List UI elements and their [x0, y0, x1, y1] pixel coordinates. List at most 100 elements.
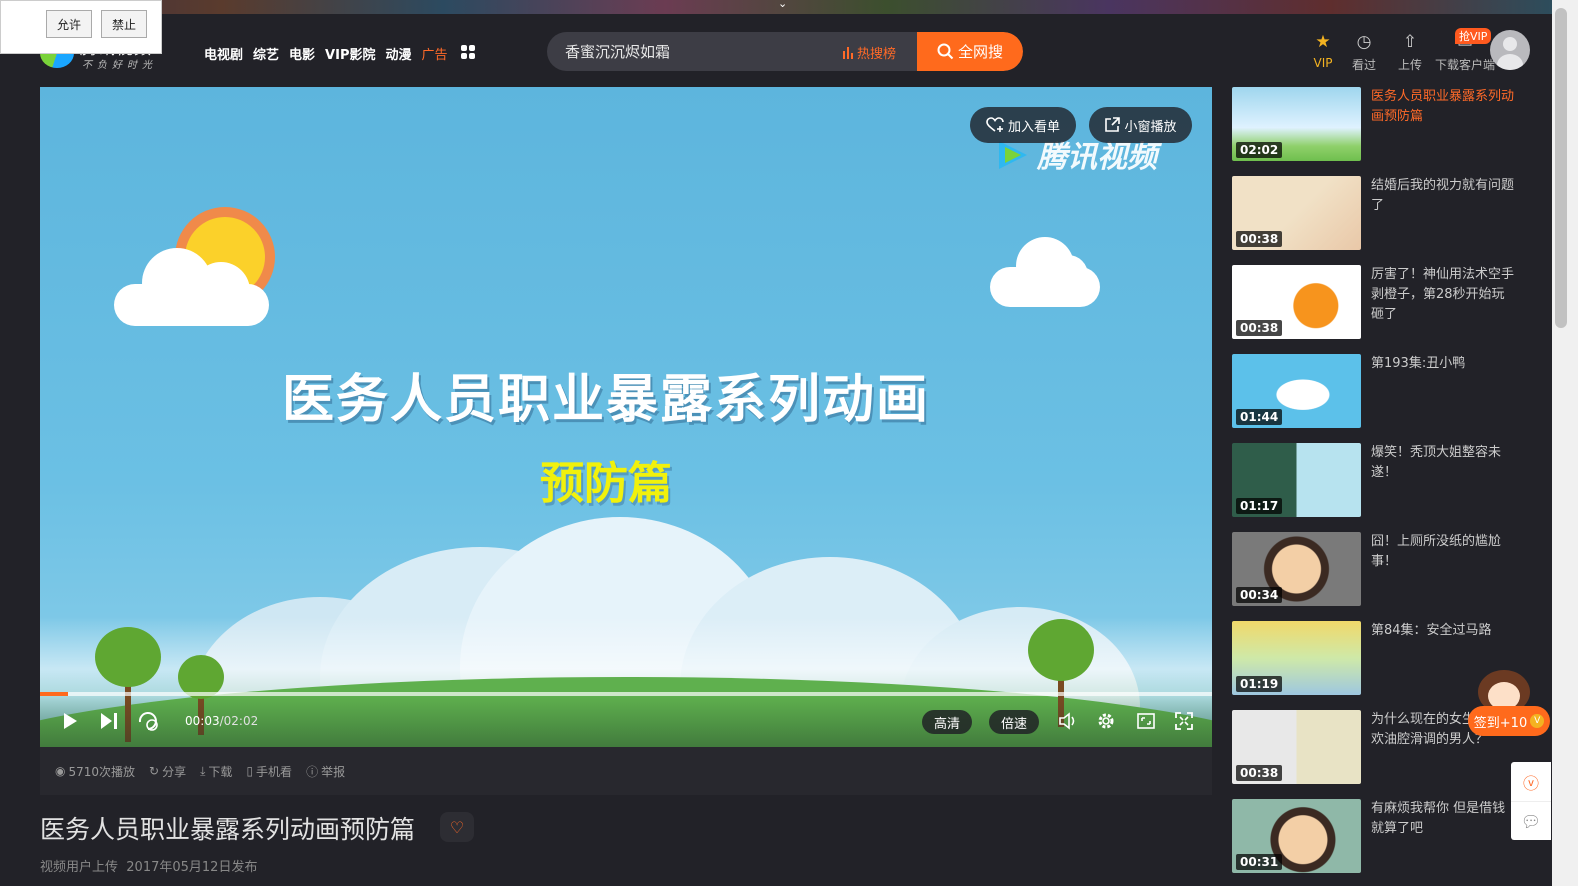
nav-item-variety[interactable]: 综艺: [253, 44, 279, 63]
share-icon: ↻: [149, 764, 160, 778]
publish-date: 2017年05月12日发布: [126, 860, 258, 875]
playlist-item[interactable]: 02:02 医务人员职业暴露系列动画预防篇: [1232, 87, 1532, 161]
clock-icon: ◷: [1356, 32, 1372, 52]
nav-item-tv[interactable]: 电视剧: [204, 44, 243, 63]
favorite-heart-icon[interactable]: ♡: [440, 812, 474, 842]
upload-icon: ⇧: [1402, 32, 1418, 52]
cloud-illustration-left: [114, 248, 269, 326]
duration-tag: 01:17: [1236, 498, 1283, 514]
video-headline: 医务人员职业暴露系列动画: [281, 370, 930, 430]
quality-button[interactable]: 高清: [922, 710, 973, 734]
add-to-watchlist-button[interactable]: 加入看单: [970, 107, 1076, 143]
tencent-play-logo-icon: [995, 139, 1031, 169]
playlist-item[interactable]: 00:34 囧！上厕所没纸的尴尬事！: [1232, 532, 1532, 606]
playlist-item[interactable]: 01:17 爆笑！秃顶大姐整容未遂！: [1232, 443, 1532, 517]
search-input[interactable]: [565, 32, 835, 71]
heart-plus-icon: [986, 117, 1004, 132]
mobile-watch-button[interactable]: ▯ 手机看: [246, 763, 292, 780]
share-button[interactable]: ↻ 分享: [149, 763, 186, 780]
hot-chart-icon: [843, 46, 853, 59]
top-banner-strip[interactable]: ⌄: [0, 0, 1552, 14]
video-title: 医务人员职业暴露系列动画预防篇: [40, 815, 416, 844]
playlist-thumbnail[interactable]: 00:34: [1232, 532, 1361, 606]
speed-button[interactable]: 倍速: [989, 710, 1040, 734]
history-button[interactable]: ◷ 看过: [1341, 32, 1387, 73]
v-coin-icon: V: [1530, 714, 1545, 728]
vip-crown-icon: ★: [1315, 32, 1331, 52]
duration-tag: 00:34: [1236, 587, 1283, 603]
playlist-item-title[interactable]: 爆笑！秃顶大姐整容未遂！: [1371, 443, 1516, 483]
permission-popup: 允许 禁止: [0, 0, 162, 54]
next-icon[interactable]: [98, 708, 120, 734]
checkin-widget[interactable]: 签到+10 V: [1468, 670, 1550, 752]
chevron-down-icon[interactable]: ⌄: [778, 0, 787, 10]
playlist-thumbnail[interactable]: 01:19: [1232, 621, 1361, 695]
alert-icon: ⓘ: [306, 764, 319, 779]
page-scrollbar[interactable]: [1552, 0, 1578, 886]
site-header: 腾讯视频 不负好时光 电视剧 综艺 电影 VIP影院 动漫 广告 热搜榜 全网搜…: [0, 14, 1552, 87]
playlist-item[interactable]: 00:38 厉害了！神仙用法术空手剥橙子，第28秒开始玩砸了: [1232, 265, 1532, 339]
grab-vip-badge[interactable]: 抢VIP: [1455, 28, 1492, 44]
feedback-chat-icon[interactable]: 💬︎: [1511, 801, 1551, 840]
checkin-badge[interactable]: 签到+10 V: [1468, 706, 1550, 736]
nav-item-movie[interactable]: 电影: [289, 44, 315, 63]
play-count: ◉ 5710次播放: [55, 763, 135, 780]
fullscreen-icon[interactable]: [1174, 708, 1194, 734]
download-icon: ⤓: [200, 763, 206, 778]
playlist-thumbnail[interactable]: 02:02: [1232, 87, 1361, 161]
vip-button[interactable]: ★ VIP: [1305, 32, 1341, 73]
volume-icon[interactable]: [1058, 708, 1080, 734]
settings-gear-icon[interactable]: [1096, 708, 1116, 734]
history-label: 看过: [1351, 58, 1376, 72]
playlist-item-title[interactable]: 第193集:丑小鸭: [1371, 354, 1516, 374]
video-player[interactable]: 医务人员职业暴露系列动画 预防篇 腾讯视频 加入看单 小窗播放 00:03/02…: [40, 87, 1212, 747]
duration-tag: 01:19: [1236, 676, 1283, 692]
download-button[interactable]: ⤓ 下载: [200, 763, 232, 780]
playlist-thumbnail[interactable]: 00:38: [1232, 176, 1361, 250]
playlist-thumbnail[interactable]: 01:44: [1232, 354, 1361, 428]
user-avatar[interactable]: [1490, 30, 1530, 70]
current-time: 00:03: [185, 714, 220, 728]
upload-label: 上传: [1397, 58, 1422, 72]
playlist-thumbnail[interactable]: 00:38: [1232, 265, 1361, 339]
vip-label: VIP: [1313, 56, 1333, 70]
play-icon[interactable]: [60, 708, 80, 734]
duration-tag: 02:02: [1236, 142, 1283, 158]
playlist-item-title[interactable]: 第84集：安全过马路: [1371, 621, 1516, 641]
deny-button[interactable]: 禁止: [101, 10, 147, 38]
loop-icon[interactable]: [136, 708, 160, 734]
web-fullscreen-icon[interactable]: [1136, 708, 1156, 734]
duration-tag: 00:38: [1236, 765, 1283, 781]
uploader-label: 视频用户上传: [40, 860, 119, 875]
search-button[interactable]: 全网搜: [917, 32, 1023, 71]
nav-item-anime[interactable]: 动漫: [385, 44, 411, 63]
nav-item-ad[interactable]: 广告: [422, 44, 448, 63]
playlist-item-title[interactable]: 医务人员职业暴露系列动画预防篇: [1371, 87, 1516, 127]
v-coin-side-icon[interactable]: ⓥ: [1511, 762, 1551, 801]
playlist-item-title[interactable]: 厉害了！神仙用法术空手剥橙子，第28秒开始玩砸了: [1371, 265, 1516, 325]
playlist-item-title[interactable]: 结婚后我的视力就有问题了: [1371, 176, 1516, 216]
upload-button[interactable]: ⇧ 上传: [1387, 32, 1433, 73]
playlist-item[interactable]: 00:31 有麻烦我帮你 但是借钱就算了吧: [1232, 799, 1532, 873]
search-button-label: 全网搜: [957, 43, 1003, 61]
scrollbar-thumb[interactable]: [1555, 8, 1567, 328]
playlist-thumbnail[interactable]: 01:17: [1232, 443, 1361, 517]
mini-window-play-button[interactable]: 小窗播放: [1089, 107, 1192, 143]
playlist-thumbnail[interactable]: 00:31: [1232, 799, 1361, 873]
play-count-label: 5710次播放: [68, 764, 136, 779]
duration-tag: 00:31: [1236, 854, 1283, 870]
apps-grid-icon[interactable]: [461, 45, 475, 59]
download-label: 下载: [208, 764, 233, 779]
logo-slogan: 不负好时光: [82, 60, 157, 71]
duration-tag: 00:38: [1236, 231, 1283, 247]
download-client-label: 下载客户端: [1434, 58, 1495, 72]
playlist-item-title[interactable]: 囧！上厕所没纸的尴尬事！: [1371, 532, 1516, 572]
playlist-item[interactable]: 00:38 结婚后我的视力就有问题了: [1232, 176, 1532, 250]
report-button[interactable]: ⓘ 举报: [306, 763, 345, 780]
playlist-item[interactable]: 01:44 第193集:丑小鸭: [1232, 354, 1532, 428]
playlist-item-title[interactable]: 有麻烦我帮你 但是借钱就算了吧: [1371, 799, 1516, 839]
allow-button[interactable]: 允许: [46, 10, 92, 38]
playlist-thumbnail[interactable]: 00:38: [1232, 710, 1361, 784]
hot-search-link[interactable]: 热搜榜: [843, 43, 896, 62]
nav-item-vip-cinema[interactable]: VIP影院: [325, 44, 375, 63]
